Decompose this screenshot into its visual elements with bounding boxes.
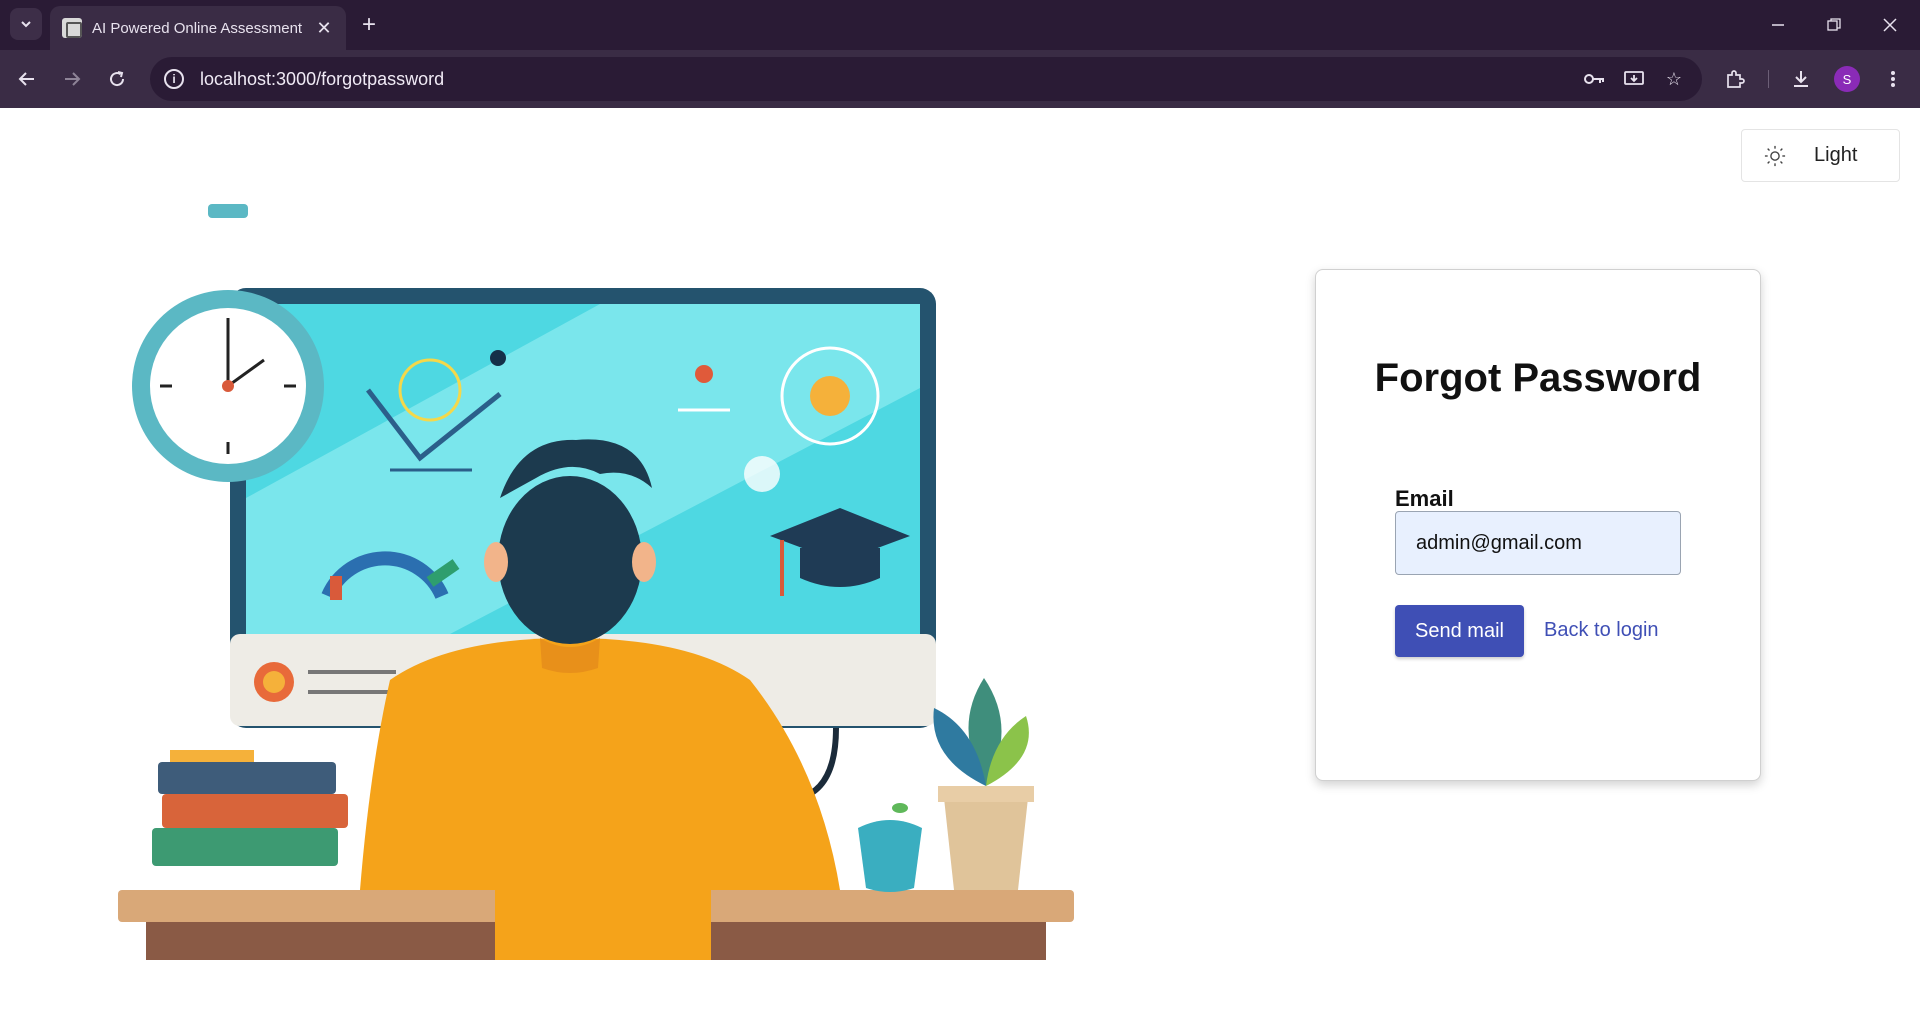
extensions-icon[interactable] bbox=[1720, 64, 1750, 94]
bookmark-star-icon[interactable]: ☆ bbox=[1660, 65, 1688, 93]
tab-title: AI Powered Online Assessment bbox=[92, 19, 303, 37]
page-title: Forgot Password bbox=[1374, 356, 1702, 400]
sun-icon bbox=[1764, 145, 1786, 166]
favicon-icon bbox=[62, 18, 82, 38]
downloads-icon[interactable] bbox=[1786, 64, 1816, 94]
site-info-icon[interactable]: i bbox=[164, 69, 184, 89]
browser-tab[interactable]: AI Powered Online Assessment ✕ bbox=[50, 6, 346, 50]
restore-icon[interactable] bbox=[1814, 10, 1854, 40]
profile-avatar[interactable]: S bbox=[1834, 66, 1860, 92]
browser-tab-strip: AI Powered Online Assessment ✕ + bbox=[0, 0, 1920, 50]
forgot-password-card: Forgot Password Email Send mail Back to … bbox=[1315, 269, 1761, 781]
study-illustration bbox=[118, 204, 1074, 960]
chevron-down-icon bbox=[21, 21, 31, 28]
back-arrow-icon[interactable] bbox=[12, 64, 42, 94]
more-menu-icon[interactable] bbox=[1878, 64, 1908, 94]
theme-toggle-button[interactable]: Light bbox=[1741, 129, 1900, 182]
tab-search-button[interactable] bbox=[10, 8, 42, 40]
address-bar[interactable]: i localhost:3000/forgotpassword ☆ bbox=[150, 57, 1702, 101]
back-to-login-link[interactable]: Back to login bbox=[1544, 619, 1659, 642]
theme-toggle-label: Light bbox=[1814, 144, 1858, 166]
window-close-icon[interactable] bbox=[1870, 10, 1910, 40]
minimize-icon[interactable] bbox=[1758, 10, 1798, 40]
tab-close-icon[interactable]: ✕ bbox=[314, 18, 334, 39]
browser-toolbar: i localhost:3000/forgotpassword ☆ S bbox=[0, 50, 1920, 108]
new-tab-button[interactable]: + bbox=[356, 12, 382, 38]
send-mail-button[interactable]: Send mail bbox=[1395, 605, 1524, 657]
url-text[interactable]: localhost:3000/forgotpassword bbox=[200, 69, 1568, 90]
forward-arrow-icon[interactable] bbox=[57, 64, 87, 94]
email-field[interactable] bbox=[1395, 511, 1681, 575]
install-app-icon[interactable] bbox=[1620, 65, 1648, 93]
password-key-icon[interactable] bbox=[1580, 65, 1608, 93]
reload-icon[interactable] bbox=[102, 64, 132, 94]
email-label: Email bbox=[1395, 486, 1454, 511]
page-content: Light Forgot Password Email admin@gmail.… bbox=[0, 108, 1920, 1020]
toolbar-divider bbox=[1768, 70, 1769, 88]
